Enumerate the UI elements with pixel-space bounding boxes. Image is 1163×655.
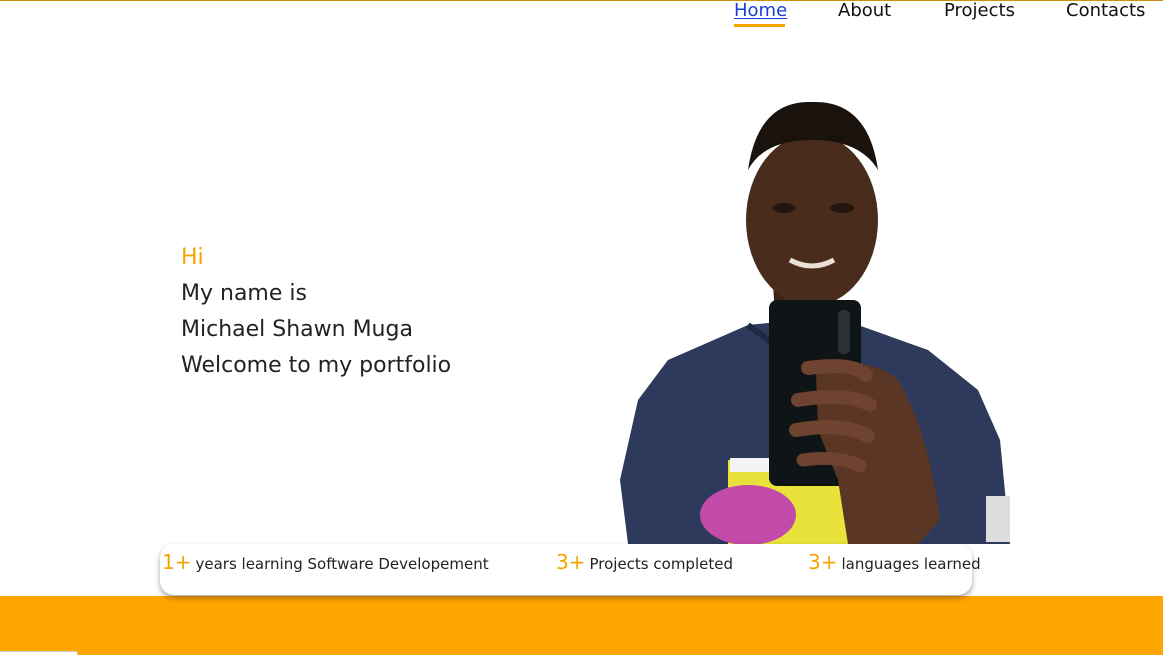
stat-projects-number: 3+ (556, 550, 586, 574)
nav-home-link[interactable]: Home (734, 0, 787, 21)
stat-languages: 3+ languages learned (808, 550, 981, 574)
hero-greeting: Hi (181, 245, 204, 270)
stat-languages-text: languages learned (841, 555, 981, 573)
profile-photo (620, 101, 1010, 544)
stat-projects: 3+ Projects completed (556, 550, 733, 574)
hero-welcome: Welcome to my portfolio (181, 353, 452, 378)
stat-years-text: years learning Software Developement (195, 555, 489, 573)
stat-projects-text: Projects completed (589, 555, 733, 573)
footer-accent-band (0, 596, 1163, 655)
nav-projects-link[interactable]: Projects (944, 0, 1015, 21)
hero-intro: Hi My name is Michael Shawn Muga Welcome… (181, 240, 451, 384)
stat-years: 1+ years learning Software Developement (162, 550, 489, 574)
hero-line-name-intro: My name is (181, 281, 307, 306)
hero-name: Michael Shawn Muga (181, 317, 413, 342)
stat-languages-number: 3+ (808, 550, 838, 574)
nav-active-indicator (734, 24, 785, 27)
nav-contacts-link[interactable]: Contacts (1066, 0, 1145, 21)
stat-years-number: 1+ (162, 550, 192, 574)
stats-bar: 1+ years learning Software Developement 3… (160, 544, 981, 595)
nav-about-link[interactable]: About (838, 0, 891, 21)
corner-tab (0, 651, 78, 655)
